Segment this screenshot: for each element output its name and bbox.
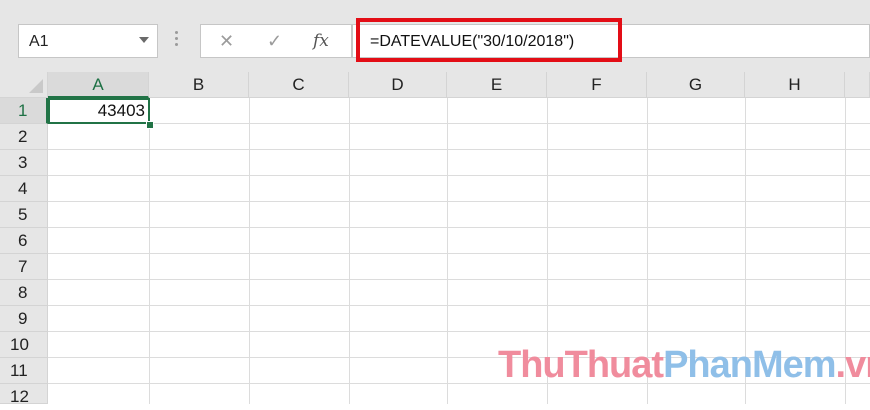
column-header-D[interactable]: D xyxy=(349,72,447,98)
formula-controls: ✕ ✓ fx xyxy=(200,24,352,58)
fill-handle[interactable] xyxy=(146,121,154,129)
formula-highlight-box xyxy=(356,18,622,62)
name-box-value: A1 xyxy=(29,33,49,50)
column-header-A[interactable]: A xyxy=(48,72,149,98)
row-header-9[interactable]: 9 xyxy=(0,306,48,332)
column-header-F[interactable]: F xyxy=(547,72,647,98)
column-header-B[interactable]: B xyxy=(149,72,249,98)
column-header-partial[interactable] xyxy=(845,72,870,98)
row-header-11[interactable]: 11 xyxy=(0,358,48,384)
watermark: ThuThuatPhanMem.vn xyxy=(498,344,870,386)
row-header-1[interactable]: 1 xyxy=(0,98,48,124)
active-cell-border xyxy=(48,98,150,124)
name-box[interactable]: A1 xyxy=(18,24,158,58)
row-header-12[interactable]: 12 xyxy=(0,384,48,406)
column-header-C[interactable]: C xyxy=(249,72,349,98)
row-header-4[interactable]: 4 xyxy=(0,176,48,202)
fx-icon[interactable]: fx xyxy=(313,31,329,51)
row-header-8[interactable]: 8 xyxy=(0,280,48,306)
formula-bar-area: A1 ✕ ✓ fx =DATEVALUE("30/10/2018") xyxy=(0,0,870,72)
row-header-2[interactable]: 2 xyxy=(0,124,48,150)
more-icon xyxy=(175,28,179,54)
column-header-G[interactable]: G xyxy=(647,72,745,98)
chevron-down-icon[interactable] xyxy=(139,37,149,43)
row-header-10[interactable]: 10 xyxy=(0,332,48,358)
column-header-E[interactable]: E xyxy=(447,72,547,98)
row-header-3[interactable]: 3 xyxy=(0,150,48,176)
x-icon[interactable]: ✕ xyxy=(219,31,234,52)
row-header-5[interactable]: 5 xyxy=(0,202,48,228)
column-header-H[interactable]: H xyxy=(745,72,845,98)
check-icon[interactable]: ✓ xyxy=(267,31,282,52)
row-header-6[interactable]: 6 xyxy=(0,228,48,254)
row-header-7[interactable]: 7 xyxy=(0,254,48,280)
select-all-button[interactable] xyxy=(0,72,48,98)
